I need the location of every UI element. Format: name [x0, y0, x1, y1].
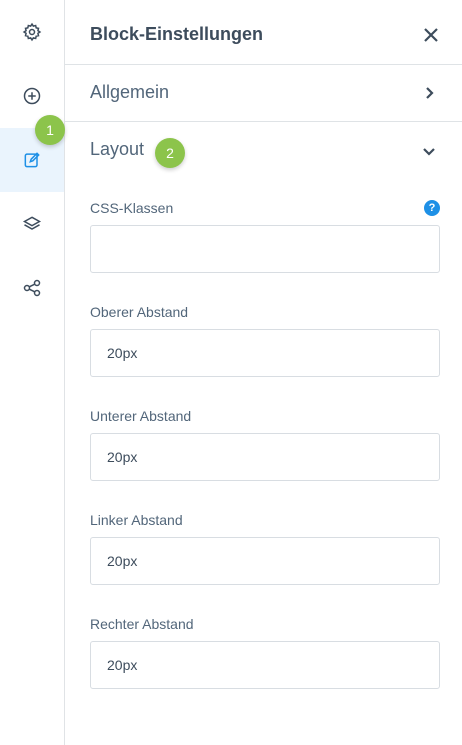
share-button[interactable] — [0, 256, 64, 320]
gear-icon — [22, 22, 42, 42]
left-spacing-field: Linker Abstand 20px — [90, 512, 440, 585]
step-badge-2: 2 — [155, 138, 185, 168]
top-spacing-input[interactable]: 20px — [90, 329, 440, 377]
step-badge-1: 1 — [35, 115, 65, 145]
left-spacing-input[interactable]: 20px — [90, 537, 440, 585]
panel-header: Block-Einstellungen — [65, 0, 462, 65]
bottom-spacing-field: Unterer Abstand 20px — [90, 408, 440, 481]
chevron-down-icon — [423, 148, 435, 156]
section-general-label: Allgemein — [90, 82, 170, 102]
sidebar-rail — [0, 0, 65, 745]
css-classes-field: CSS-Klassen ? — [90, 200, 440, 273]
section-layout-label: Layout — [90, 139, 145, 159]
section-general[interactable]: Allgemein — [65, 65, 462, 122]
right-spacing-input[interactable]: 20px — [90, 641, 440, 689]
close-icon[interactable] — [423, 27, 439, 43]
chevron-right-icon — [426, 87, 434, 99]
left-spacing-label: Linker Abstand — [90, 512, 183, 528]
right-spacing-label: Rechter Abstand — [90, 616, 194, 632]
edit-icon — [24, 152, 40, 168]
layers-icon — [22, 216, 42, 230]
plus-circle-icon — [23, 87, 41, 105]
css-classes-label: CSS-Klassen — [90, 200, 174, 216]
settings-button[interactable] — [0, 0, 64, 64]
bottom-spacing-input[interactable]: 20px — [90, 433, 440, 481]
css-classes-input[interactable] — [90, 225, 440, 273]
bottom-spacing-label: Unterer Abstand — [90, 408, 192, 424]
section-layout[interactable]: Layout — [65, 122, 462, 178]
panel-title: Block-Einstellungen — [90, 24, 264, 44]
right-spacing-field: Rechter Abstand 20px — [90, 616, 440, 689]
top-spacing-field: Oberer Abstand 20px — [90, 304, 440, 377]
help-icon[interactable]: ? — [424, 200, 440, 216]
share-icon — [23, 279, 41, 297]
layers-button[interactable] — [0, 192, 64, 256]
top-spacing-label: Oberer Abstand — [90, 304, 189, 320]
block-settings-panel: Block-Einstellungen Allgemein Layout 2 C… — [65, 0, 462, 745]
